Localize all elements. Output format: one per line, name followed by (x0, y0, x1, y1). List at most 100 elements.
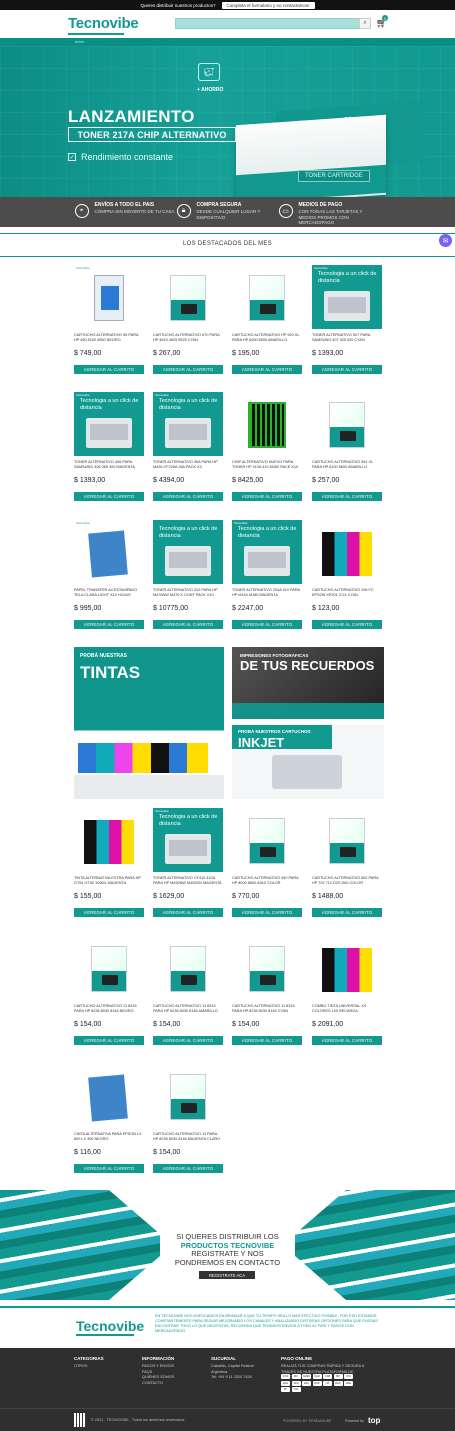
footer-link-contacto[interactable]: CONTACTO (142, 1381, 222, 1387)
product-image[interactable] (74, 936, 144, 1000)
product-card[interactable]: CARTUCHO ALTERNATIVO 951 XL PARA HP 8100… (312, 392, 382, 512)
product-card[interactable]: CARTUCHO ALTERNATIVO 940 PARA HP 8000 85… (232, 808, 302, 928)
product-name[interactable]: TONER ALTERNATIVO 204A 410 PARA HP M154 … (232, 588, 302, 602)
product-image[interactable] (312, 936, 382, 1000)
product-name[interactable]: TONER ALTERNATIVO CF410 410A PARA HP M45… (153, 876, 223, 890)
product-card[interactable]: CARTUCHO ALTERNATIVO 670 PARA HP 4615 46… (153, 265, 223, 385)
product-image[interactable] (312, 808, 382, 872)
add-to-cart-button[interactable]: AGREGAR AL CARRITO (232, 908, 302, 917)
product-image[interactable] (232, 392, 302, 456)
brand-logo[interactable]: top (368, 1416, 380, 1425)
product-name[interactable]: CARTUCHO ALTERNATIVO 940 PARA HP 8000 85… (232, 876, 302, 890)
product-card[interactable]: CARTUCHO ALTERNATIVO 662 PARA HP 702 712… (312, 808, 382, 928)
banner-inkjet[interactable]: PROBÁ NUESTROS CARTUCHOS INKJET (232, 725, 384, 799)
add-to-cart-button[interactable]: AGREGAR AL CARRITO (312, 1036, 382, 1045)
product-image[interactable] (312, 520, 382, 584)
add-to-cart-button[interactable]: AGREGAR AL CARRITO (74, 908, 144, 917)
add-to-cart-button[interactable]: AGREGAR AL CARRITO (312, 492, 382, 501)
search-button[interactable]: ⌕ (359, 18, 371, 29)
product-image[interactable] (232, 265, 302, 329)
product-name[interactable]: CARTUCHO ALTERNATIVO HP 920 XL PARA HP 6… (232, 333, 302, 347)
banner-recuerdos[interactable]: IMPRESIONES FOTOGRÁFICAS DE TUS RECUERDO… (232, 647, 384, 719)
product-card[interactable]: CARTUCHO ALTERNATIVO 11 8315 PARA HP 823… (74, 936, 144, 1056)
product-name[interactable]: CARTUCHO ALTERNATIVO 951 XL PARA HP 8100… (312, 460, 382, 474)
product-image[interactable] (153, 1064, 223, 1128)
add-to-cart-button[interactable]: AGREGAR AL CARRITO (232, 365, 302, 374)
product-card[interactable]: CARTUCHO ALTERNATIVO 11 8315 PARA HP 823… (153, 936, 223, 1056)
qr-code-icon[interactable] (74, 1413, 86, 1427)
add-to-cart-button[interactable]: AGREGAR AL CARRITO (153, 620, 223, 629)
product-card[interactable]: Tecnovibe Tecnologia a un click de distan… (312, 265, 382, 385)
product-image[interactable] (232, 808, 302, 872)
product-name[interactable]: CARTUCHO ALTERNATIVO 11 8315 PARA HP 823… (153, 1004, 223, 1018)
product-card[interactable]: COMBO TINTA UNIVERSAL X4 COLORES 100 REC… (312, 936, 382, 1056)
search-input[interactable] (175, 18, 371, 29)
product-name[interactable]: CARTUCHO ALTERNATIVO 11 8315 PARA HP 823… (74, 1004, 144, 1018)
chat-icon[interactable]: ✉ (439, 234, 452, 247)
add-to-cart-button[interactable]: AGREGAR AL CARRITO (74, 1036, 144, 1045)
product-name[interactable]: CINTA ALTERNATIVA PARA EPSON LX 800 LX 3… (74, 1132, 144, 1146)
add-to-cart-button[interactable]: AGREGAR AL CARRITO (74, 620, 144, 629)
add-to-cart-button[interactable]: AGREGAR AL CARRITO (312, 620, 382, 629)
breadcrumb-home[interactable]: Inicio (75, 39, 84, 44)
add-to-cart-button[interactable]: AGREGAR AL CARRITO (153, 492, 223, 501)
add-to-cart-button[interactable]: AGREGAR AL CARRITO (153, 365, 223, 374)
product-name[interactable]: COMBO TINTA UNIVERSAL X4 COLORES 100 REC… (312, 1004, 382, 1018)
add-to-cart-button[interactable]: AGREGAR AL CARRITO (312, 908, 382, 917)
product-name[interactable]: CARTUCHO ALTERNATIVO 296 FC EPSON XP201 … (312, 588, 382, 602)
product-name[interactable]: TINTA ALTERNATIVA EXTRA PARA HP GT51 GT5… (74, 876, 144, 890)
product-name[interactable]: TONER ALTERNATIVO 406 PARA SAMSUNG 406 3… (74, 460, 144, 474)
product-image[interactable] (74, 808, 144, 872)
product-card[interactable]: CARTUCHO ALTERNATIVO HP 920 XL PARA HP 6… (232, 265, 302, 385)
product-name[interactable]: CARTUCHO ALTERNATIVO 670 PARA HP 4615 46… (153, 333, 223, 347)
hero-banner[interactable]: 🐖︎ + AHORRO LANZAMIENTO TONER 217A CHIP … (0, 46, 455, 197)
product-image[interactable]: Tecnovibe Tecnologia a un click de distan… (153, 392, 223, 456)
product-card[interactable]: CHIP ALTERNATIVO NUEVO PARA TONER HP 410… (232, 392, 302, 512)
product-image[interactable]: Tecnovibe Tecnologia a un click de distan… (232, 520, 302, 584)
product-image[interactable]: Tecnovibe (74, 520, 144, 584)
product-image[interactable]: Tecnovibe (74, 265, 144, 329)
product-image[interactable]: Tecnovibe Tecnologia a un click de distan… (312, 265, 382, 329)
product-card[interactable]: CARTUCHO ALTERNATIVO 11 PARA HP 8236 803… (153, 1064, 223, 1184)
product-name[interactable]: CARTUCHO ALTERNATIVO 11 PARA HP 8236 803… (153, 1132, 223, 1146)
product-card[interactable]: Tecnovibe Tecnologia a un click de distan… (232, 520, 302, 640)
add-to-cart-button[interactable]: AGREGAR AL CARRITO (232, 492, 302, 501)
product-image[interactable] (312, 392, 382, 456)
add-to-cart-button[interactable]: AGREGAR AL CARRITO (74, 492, 144, 501)
logo[interactable]: Tecnovibe (68, 15, 139, 32)
add-to-cart-button[interactable]: AGREGAR AL CARRITO (232, 620, 302, 629)
product-image[interactable] (232, 936, 302, 1000)
product-name[interactable]: CHIP ALTERNATIVO NUEVO PARA TONER HP 410… (232, 460, 302, 474)
product-card[interactable]: CINTA ALTERNATIVA PARA EPSON LX 800 LX 3… (74, 1064, 144, 1184)
product-image[interactable] (153, 936, 223, 1000)
product-card[interactable]: Tecnovibe PAPEL TRANSFER A4 ESTAMPADO TEL… (74, 520, 144, 640)
product-card[interactable]: Tecnovibe Tecnologia a un click de distan… (153, 392, 223, 512)
product-name[interactable]: CARTUCHO ALTERNATIVO 56 PARA HP 450 5150… (74, 333, 144, 347)
product-image[interactable]: Tecnovibe Tecnologia a un click de distan… (153, 808, 223, 872)
add-to-cart-button[interactable]: AGREGAR AL CARRITO (153, 1036, 223, 1045)
product-card[interactable]: CARTUCHO ALTERNATIVO 11 8315 PARA HP 823… (232, 936, 302, 1056)
banner-tintas[interactable]: PROBÁ NUESTRAS TINTAS (74, 647, 224, 799)
product-image[interactable] (153, 265, 223, 329)
add-to-cart-button[interactable]: AGREGAR AL CARRITO (232, 1036, 302, 1045)
product-name[interactable]: CARTUCHO ALTERNATIVO 11 8315 PARA HP 823… (232, 1004, 302, 1018)
product-name[interactable]: TONER ALTERNATIVO 36A PARA HP M426 CF226… (153, 460, 223, 474)
add-to-cart-button[interactable]: AGREGAR AL CARRITO (153, 1164, 223, 1173)
product-card[interactable]: Tecnologia a un click de distancia TONER … (153, 520, 223, 640)
product-name[interactable]: TONER ALTERNATIVO 312 PARA HP M476NW M47… (153, 588, 223, 602)
product-card[interactable]: Tecnovibe Tecnologia a un click de distan… (153, 808, 223, 928)
footer-logo[interactable]: Tecnovibe (76, 1318, 144, 1334)
product-card[interactable]: CARTUCHO ALTERNATIVO 296 FC EPSON XP201 … (312, 520, 382, 640)
add-to-cart-button[interactable]: AGREGAR AL CARRITO (153, 908, 223, 917)
add-to-cart-button[interactable]: AGREGAR AL CARRITO (74, 365, 144, 374)
product-card[interactable]: TINTA ALTERNATIVA EXTRA PARA HP GT51 GT5… (74, 808, 144, 928)
product-name[interactable]: CARTUCHO ALTERNATIVO 662 PARA HP 702 712… (312, 876, 382, 890)
add-to-cart-button[interactable]: AGREGAR AL CARRITO (312, 365, 382, 374)
add-to-cart-button[interactable]: AGREGAR AL CARRITO (74, 1164, 144, 1173)
product-card[interactable]: Tecnovibe CARTUCHO ALTERNATIVO 56 PARA HP… (74, 265, 144, 385)
register-button[interactable]: REGISTRATE ACA (199, 1271, 255, 1279)
powered-by-link[interactable]: POWERED BY TIENDANUBE (283, 1419, 331, 1423)
topbar-contact-link[interactable]: Completa el formulario y no contactamos! (221, 1, 315, 9)
product-image[interactable]: Tecnovibe Tecnologia a un click de distan… (74, 392, 144, 456)
product-name[interactable]: PAPEL TRANSFER A4 ESTAMPADO TELA CLARA L… (74, 588, 144, 602)
